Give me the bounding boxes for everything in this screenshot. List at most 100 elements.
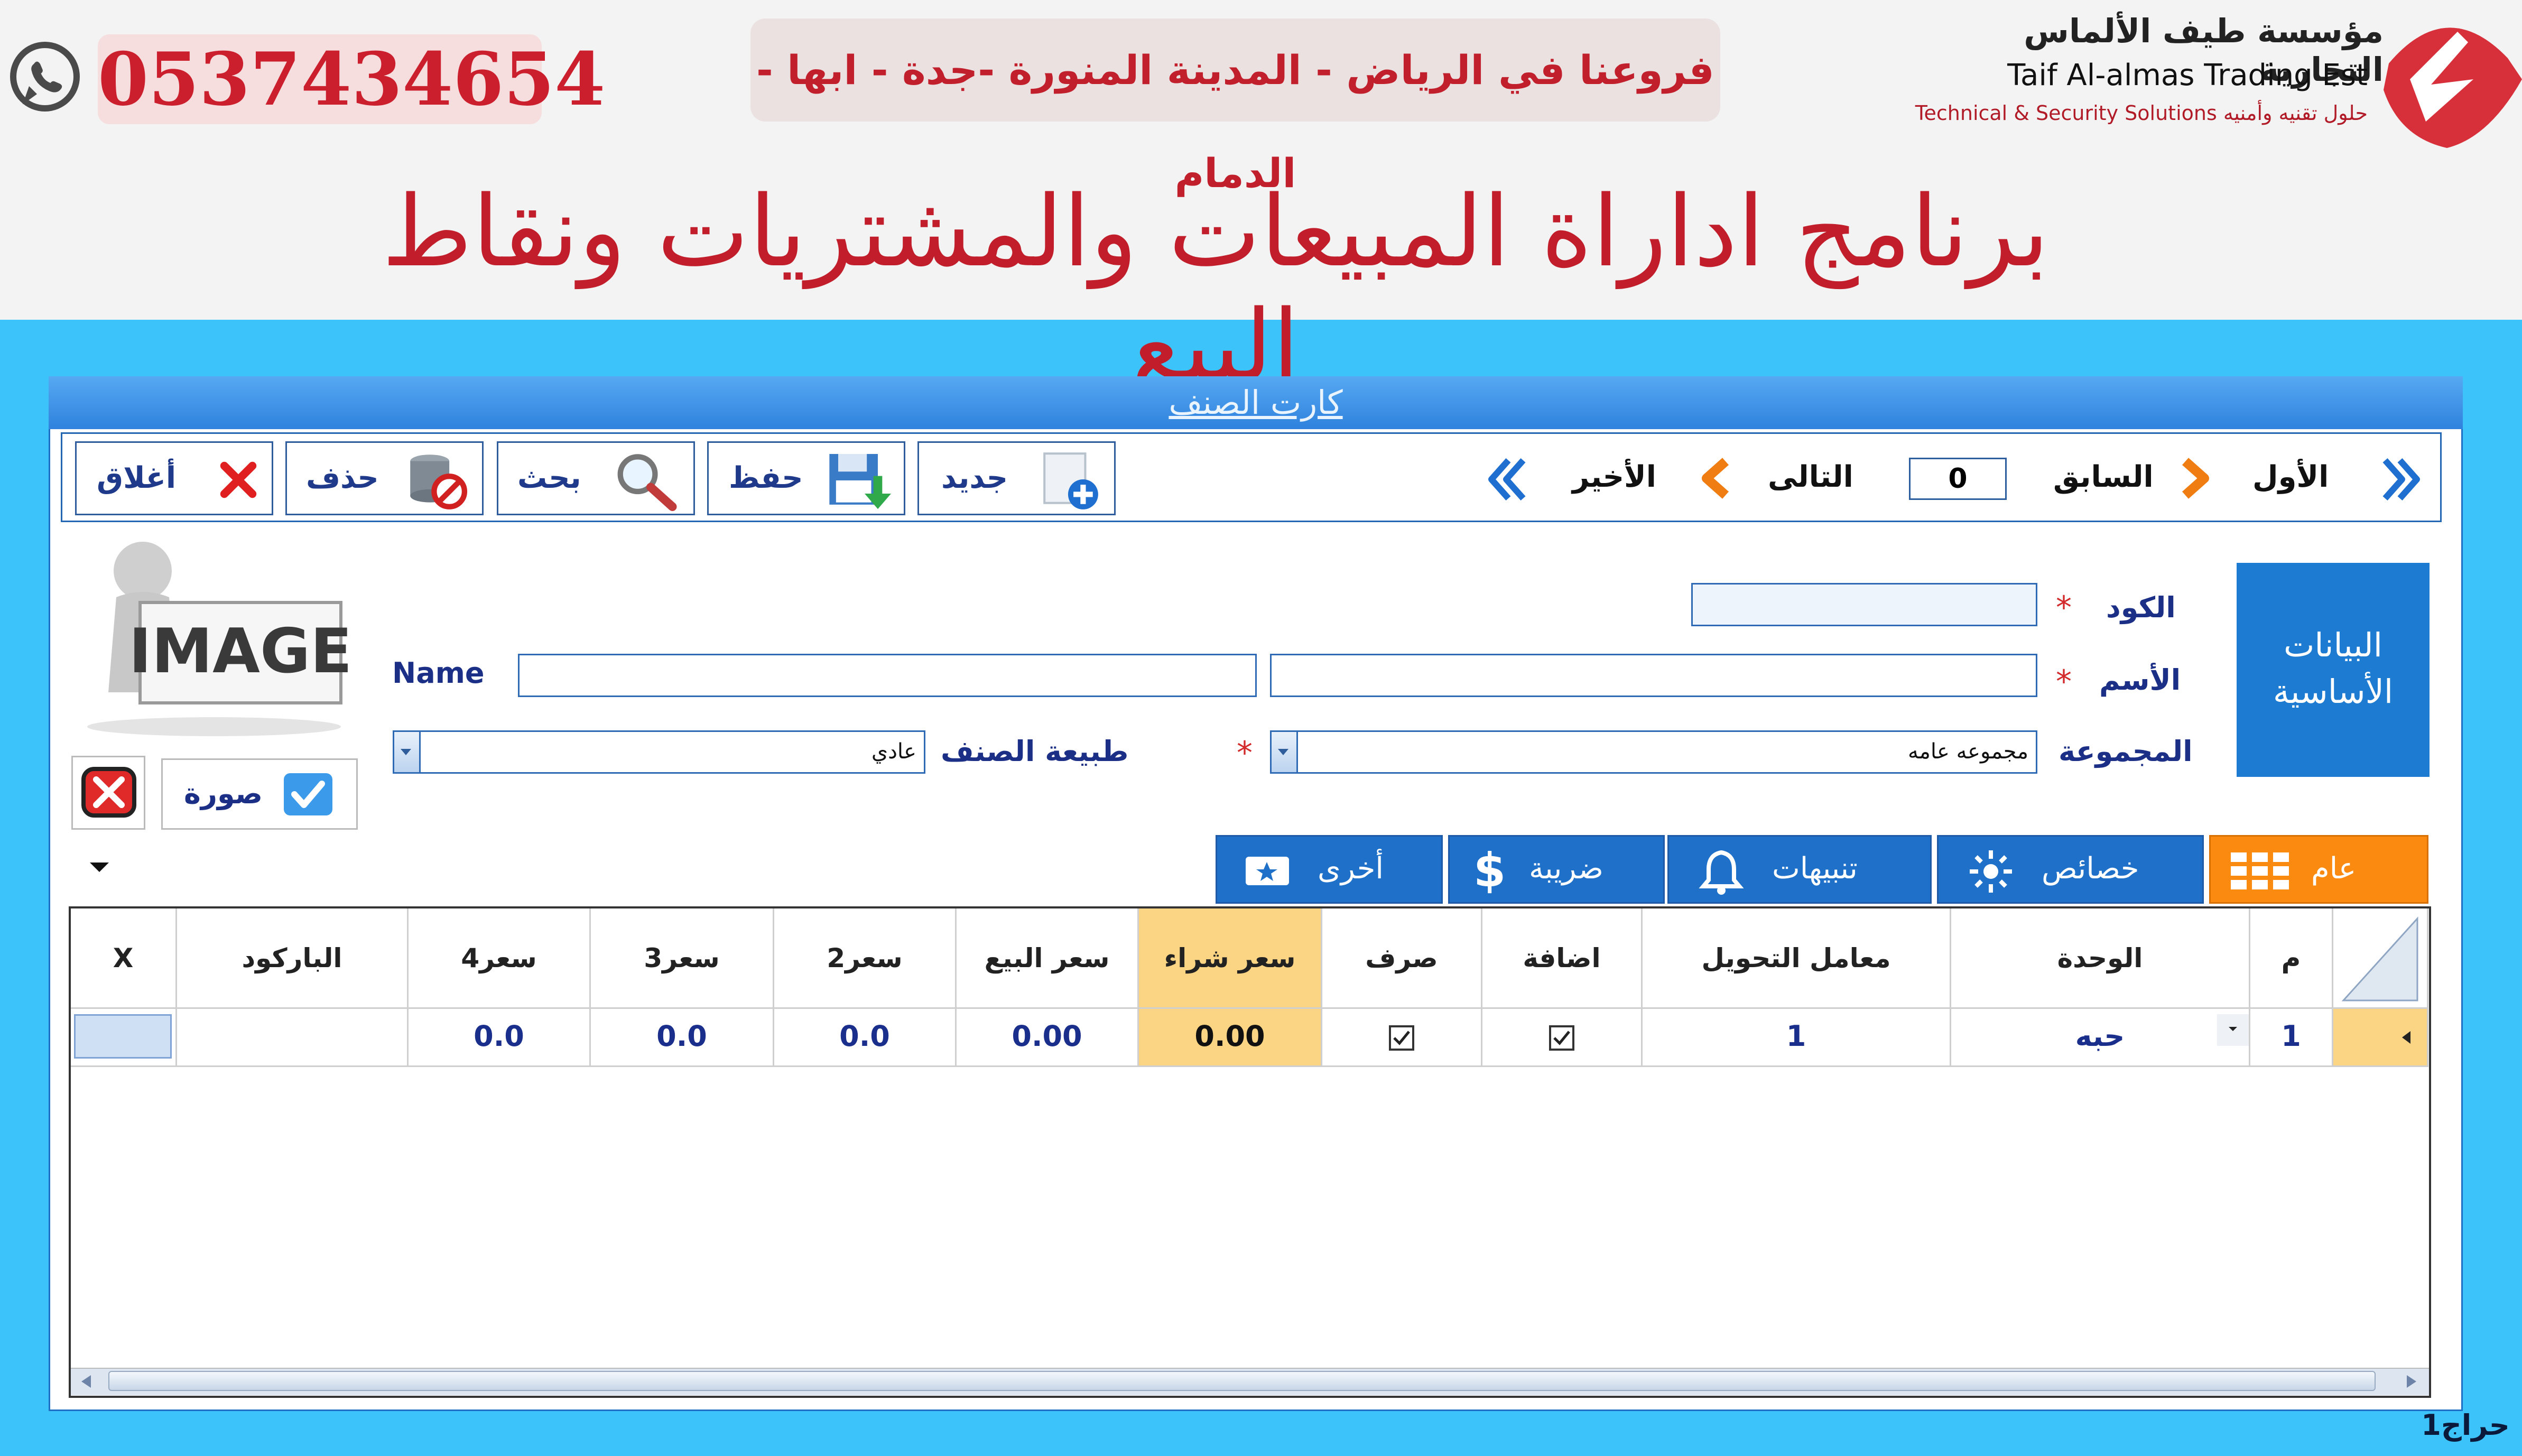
scroll-right-icon[interactable] <box>2399 1372 2423 1391</box>
tab-alerts[interactable]: تنبيهات <box>1667 835 1932 904</box>
dollar-icon: $ <box>1473 843 1506 897</box>
ticket-icon <box>1246 857 1289 885</box>
save-button[interactable]: حفظ <box>707 441 905 515</box>
search-button[interactable]: بحث <box>497 441 695 515</box>
tab-other[interactable]: أخرى <box>1216 835 1443 904</box>
column-header-price2[interactable]: سعر2 <box>774 908 957 1009</box>
name-ar-input[interactable] <box>1270 654 2037 697</box>
whatsapp-icon <box>10 42 80 112</box>
search-icon <box>617 454 677 511</box>
previous-record-button[interactable]: السابق <box>2053 460 2154 494</box>
branches-text: فروعنا في الرياض - المدينة المنورة -جدة … <box>756 47 1714 197</box>
item-image-placeholder[interactable]: IMAGE <box>71 534 357 737</box>
column-header-factor[interactable]: معامل التحويل <box>1643 908 1951 1009</box>
check-icon <box>284 773 332 815</box>
sun-icon <box>1970 850 2012 893</box>
cell-index[interactable]: 1 <box>2250 1009 2333 1067</box>
group-select[interactable]: مجموعه عامه <box>1270 730 2037 774</box>
image-text: IMAGE <box>129 616 353 687</box>
column-header-unit[interactable]: الوحدة <box>1951 908 2250 1009</box>
next-record-button[interactable]: التالى <box>1768 460 1853 494</box>
row-pointer-icon <box>2402 1031 2410 1044</box>
name-en-input[interactable] <box>518 654 1257 697</box>
item-type-dropdown-button[interactable] <box>394 732 421 772</box>
required-marker: * <box>2056 589 2072 626</box>
last-record-button[interactable]: الأخير <box>1572 460 1656 494</box>
group-label: المجموعة <box>2059 735 2193 768</box>
add-checkbox[interactable] <box>1549 1025 1574 1051</box>
add-photo-button[interactable]: صورة <box>161 758 358 830</box>
cell-price3[interactable]: 0.0 <box>591 1009 774 1067</box>
cell-x[interactable] <box>71 1009 177 1067</box>
previous-record-icon[interactable] <box>2166 457 2213 499</box>
chevron-down-icon <box>401 749 411 755</box>
tab-properties[interactable]: خصائص <box>1937 835 2204 904</box>
chevron-down-icon[interactable] <box>2217 1014 2249 1046</box>
column-header-add[interactable]: اضافة <box>1482 908 1643 1009</box>
cell-issue-checkbox[interactable] <box>1322 1009 1482 1067</box>
scrollbar-thumb[interactable] <box>108 1371 2376 1391</box>
phone-number[interactable]: 0537434654 <box>98 34 605 124</box>
database-delete-icon <box>410 455 468 509</box>
remove-photo-button[interactable] <box>71 756 145 830</box>
cell-factor[interactable]: 1 <box>1643 1009 1951 1067</box>
column-header-issue[interactable]: صرف <box>1322 908 1482 1009</box>
select-all-icon <box>2341 916 2418 1001</box>
bell-icon <box>1699 850 1744 895</box>
close-icon <box>220 461 257 498</box>
group-dropdown-button[interactable] <box>1272 732 1298 772</box>
cell-unit[interactable]: حبه <box>1951 1009 2250 1067</box>
remove-icon <box>81 767 136 818</box>
required-marker: * <box>2056 663 2072 700</box>
code-input[interactable] <box>1691 583 2037 626</box>
code-label: الكود <box>2106 591 2176 624</box>
cell-price4[interactable]: 0.0 <box>409 1009 591 1067</box>
item-type-select[interactable]: عادي <box>393 730 925 774</box>
company-logo-icon <box>2384 27 2522 149</box>
watermark-label: حراج1 <box>2421 1408 2510 1442</box>
delete-row-button[interactable] <box>74 1014 172 1059</box>
caret-down-icon[interactable] <box>88 860 111 874</box>
column-header-barcode[interactable]: الباركود <box>177 908 409 1009</box>
last-record-icon[interactable] <box>1485 456 1527 503</box>
cell-add-checkbox[interactable] <box>1482 1009 1643 1067</box>
grid-icon <box>2231 852 2289 889</box>
column-header-index[interactable]: م <box>2250 908 2333 1009</box>
column-header-price3[interactable]: سعر3 <box>591 908 774 1009</box>
cell-purchase-price[interactable]: 0.00 <box>1139 1009 1322 1067</box>
name-en-label: Name <box>392 656 485 690</box>
basic-data-section: البيانات الأساسية <box>2237 563 2430 777</box>
cell-price2[interactable]: 0.0 <box>774 1009 957 1067</box>
column-header-x[interactable]: X <box>71 908 177 1009</box>
tab-general[interactable]: عام <box>2209 835 2428 904</box>
column-header-sale-price[interactable]: سعر البيع <box>957 908 1139 1009</box>
first-record-icon[interactable] <box>2381 456 2423 503</box>
issue-checkbox[interactable] <box>1389 1025 1414 1051</box>
new-button[interactable]: جديد <box>917 441 1116 515</box>
next-record-icon[interactable] <box>1698 457 1745 499</box>
cell-sale-price[interactable]: 0.00 <box>957 1009 1139 1067</box>
add-icon <box>1043 452 1098 509</box>
required-marker: * <box>1237 735 1253 772</box>
tab-tax[interactable]: ضريبة $ <box>1448 835 1665 904</box>
checkmark-icon <box>1553 1031 1570 1046</box>
scroll-left-icon[interactable] <box>75 1372 98 1391</box>
item-type-value: عادي <box>871 739 916 764</box>
page-title: برنامج اداراة المبيعات والمشتريات ونقاط … <box>382 174 2050 403</box>
grid-corner[interactable] <box>2333 908 2428 1009</box>
close-button[interactable]: أغلاق <box>75 441 273 515</box>
column-header-price4[interactable]: سعر4 <box>409 908 591 1009</box>
cell-barcode[interactable] <box>177 1009 409 1067</box>
delete-button[interactable]: حذف <box>285 441 484 515</box>
group-value: مجموعه عامه <box>1908 739 2028 764</box>
first-record-button[interactable]: الأول <box>2252 460 2329 494</box>
column-header-purchase-price[interactable]: سعر شراء <box>1139 908 1322 1009</box>
name-ar-label: الأسم <box>2099 663 2181 697</box>
company-tagline: Technical & Security Solutions حلول تقني… <box>1915 101 2368 125</box>
chevron-down-icon <box>1278 749 1288 755</box>
record-number-field[interactable]: 0 <box>1909 458 2007 500</box>
checkmark-icon <box>1393 1031 1410 1046</box>
item-type-label: طبيعة الصنف <box>941 735 1129 768</box>
save-icon <box>829 454 891 509</box>
row-selector[interactable] <box>2333 1009 2428 1067</box>
